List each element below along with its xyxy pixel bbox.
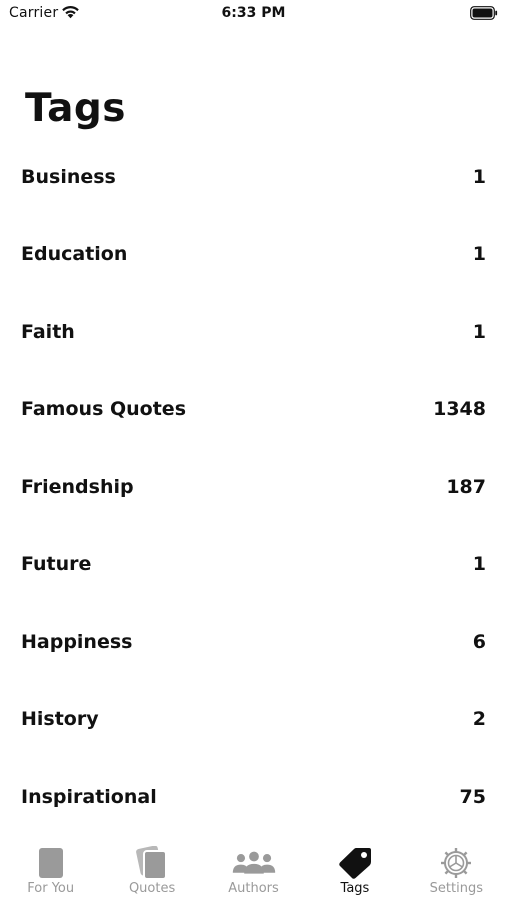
tag-name: Faith xyxy=(21,320,75,343)
tag-row-famous-quotes[interactable]: Famous Quotes 1348 xyxy=(0,371,507,449)
tag-name: Inspirational xyxy=(21,785,157,808)
tab-label: Settings xyxy=(429,881,483,896)
tag-row-friendship[interactable]: Friendship 187 xyxy=(0,448,507,526)
tag-name: Friendship xyxy=(21,475,134,498)
tag-name: History xyxy=(21,708,99,731)
tag-count: 187 xyxy=(446,475,486,498)
page-title: Tags xyxy=(25,86,127,131)
gear-icon xyxy=(434,846,478,880)
tag-name: Happiness xyxy=(21,630,133,653)
tab-authors[interactable]: Authors xyxy=(203,830,304,900)
tab-bar: For You Quotes Authors Tags Settings xyxy=(0,830,507,900)
tag-row-history[interactable]: History 2 xyxy=(0,681,507,759)
tab-label: Tags xyxy=(340,881,370,896)
tab-for-you[interactable]: For You xyxy=(0,830,101,900)
clock-time: 6:33 PM xyxy=(221,5,286,21)
tag-name: Business xyxy=(21,165,116,188)
tag-name: Famous Quotes xyxy=(21,398,186,421)
tag-name: Future xyxy=(21,553,92,576)
tag-row-happiness[interactable]: Happiness 6 xyxy=(0,603,507,681)
tag-count: 1 xyxy=(472,165,486,188)
tag-row-future[interactable]: Future 1 xyxy=(0,526,507,604)
tag-count: 1 xyxy=(472,320,486,343)
card-icon xyxy=(29,846,73,880)
stacked-cards-icon xyxy=(130,846,174,880)
tab-settings[interactable]: Settings xyxy=(406,830,507,900)
tag-list: Business 1 Education 1 Faith 1 Famous Qu… xyxy=(0,138,507,836)
tab-label: Authors xyxy=(228,881,279,896)
tag-row-education[interactable]: Education 1 xyxy=(0,216,507,294)
tag-row-inspirational[interactable]: Inspirational 75 xyxy=(0,758,507,836)
people-icon xyxy=(232,846,276,880)
battery-icon xyxy=(470,6,498,20)
tab-quotes[interactable]: Quotes xyxy=(101,830,202,900)
tag-count: 1 xyxy=(472,243,486,266)
tag-icon xyxy=(333,846,377,880)
tag-name: Education xyxy=(21,243,128,266)
tab-tags[interactable]: Tags xyxy=(304,830,405,900)
status-bar: Carrier 6:33 PM xyxy=(0,0,507,28)
tab-label: Quotes xyxy=(128,881,176,896)
tag-count: 75 xyxy=(459,785,486,808)
tag-count: 6 xyxy=(472,630,486,653)
tag-count: 1 xyxy=(472,553,486,576)
tab-label: For You xyxy=(27,881,75,896)
tag-count: 2 xyxy=(472,708,486,731)
tag-row-business[interactable]: Business 1 xyxy=(0,138,507,216)
tag-row-faith[interactable]: Faith 1 xyxy=(0,293,507,371)
tag-count: 1348 xyxy=(433,398,486,421)
